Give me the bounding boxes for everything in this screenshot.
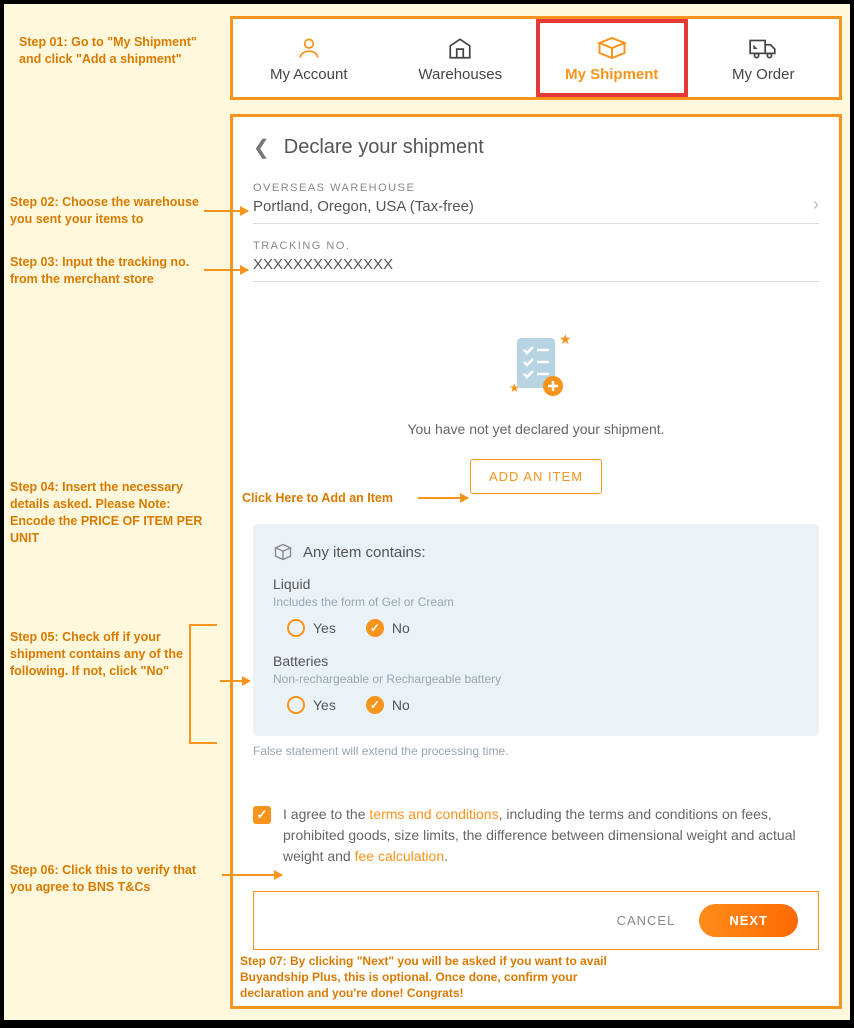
group-subtitle: Non-rechargeable or Rechargeable battery <box>273 672 799 686</box>
radio-label: Yes <box>313 697 336 713</box>
svg-text:★: ★ <box>509 381 520 395</box>
terms-link[interactable]: terms and conditions <box>369 806 498 822</box>
next-button[interactable]: NEXT <box>699 904 798 937</box>
contains-header: Any item contains: <box>273 542 799 562</box>
nav-label: Warehouses <box>418 66 502 83</box>
liquid-yes-radio[interactable]: Yes <box>287 619 336 637</box>
disclaimer-text: False statement will extend the processi… <box>253 744 819 758</box>
group-title: Batteries <box>273 653 799 669</box>
package-icon <box>597 34 627 62</box>
arrow-icon <box>204 210 248 212</box>
contains-title: Any item contains: <box>303 544 426 561</box>
arrow-icon <box>222 874 282 876</box>
arrow-icon <box>418 497 468 499</box>
action-bar: CANCEL NEXT <box>253 891 819 950</box>
bracket-icon <box>189 624 217 744</box>
truck-icon <box>748 34 778 62</box>
contains-liquid: Liquid Includes the form of Gel or Cream… <box>273 576 799 637</box>
nav-my-account[interactable]: My Account <box>233 19 385 97</box>
declare-shipment-panel: ❮ Declare your shipment OVERSEAS WAREHOU… <box>230 114 842 1009</box>
annotation-step4: Step 04: Insert the necessary details as… <box>10 479 210 547</box>
add-item-button[interactable]: ADD AN ITEM <box>470 459 602 494</box>
warehouse-field[interactable]: OVERSEAS WAREHOUSE Portland, Oregon, USA… <box>253 182 819 224</box>
batteries-no-radio[interactable]: No <box>366 696 410 714</box>
nav-my-order[interactable]: My Order <box>688 19 840 97</box>
box-icon <box>273 542 293 562</box>
arrow-icon <box>204 269 248 271</box>
field-value: XXXXXXXXXXXXXX <box>253 256 819 273</box>
radio-label: Yes <box>313 620 336 636</box>
agree-text: I agree to the terms and conditions, inc… <box>283 804 819 867</box>
radio-checked-icon <box>366 696 384 714</box>
field-label: TRACKING NO. <box>253 240 819 252</box>
annotation-step5: Step 05: Check off if your shipment cont… <box>10 629 195 680</box>
annotation-step2: Step 02: Choose the warehouse you sent y… <box>10 194 200 228</box>
text: I agree to the <box>283 806 369 822</box>
tutorial-canvas: My Account Warehouses My Shipment My Ord… <box>4 4 850 1020</box>
warehouse-icon <box>447 34 473 62</box>
nav-warehouses[interactable]: Warehouses <box>385 19 537 97</box>
field-label: OVERSEAS WAREHOUSE <box>253 182 819 194</box>
field-value: Portland, Oregon, USA (Tax-free) <box>253 198 819 215</box>
agree-terms-row: ✓ I agree to the terms and conditions, i… <box>253 804 819 867</box>
panel-header: ❮ Declare your shipment <box>253 135 819 160</box>
nav-label: My Account <box>270 66 348 83</box>
annotation-step1: Step 01: Go to "My Shipment" and click "… <box>19 34 219 68</box>
annotation-add-item: Click Here to Add an Item <box>242 490 442 507</box>
nav-label: My Order <box>732 66 795 83</box>
radio-label: No <box>392 697 410 713</box>
text: . <box>444 848 448 864</box>
checklist-icon: ★ ★ <box>499 330 574 405</box>
cancel-button[interactable]: CANCEL <box>617 913 676 928</box>
agree-checkbox[interactable]: ✓ <box>253 806 271 824</box>
contains-batteries: Batteries Non-rechargeable or Rechargeab… <box>273 653 799 714</box>
radio-checked-icon <box>366 619 384 637</box>
page-title: Declare your shipment <box>284 136 484 159</box>
back-icon[interactable]: ❮ <box>253 135 270 160</box>
nav-my-shipment[interactable]: My Shipment <box>536 19 688 97</box>
nav-label: My Shipment <box>565 66 658 83</box>
annotation-step7: Step 07: By clicking "Next" you will be … <box>240 953 630 1002</box>
radio-icon <box>287 619 305 637</box>
empty-text: You have not yet declared your shipment. <box>253 421 819 437</box>
tracking-field[interactable]: TRACKING NO. XXXXXXXXXXXXXX <box>253 240 819 282</box>
svg-text:★: ★ <box>559 331 572 347</box>
empty-state: ★ ★ You have not yet declared your shipm… <box>253 330 819 494</box>
chevron-right-icon: › <box>813 194 819 215</box>
radio-icon <box>287 696 305 714</box>
liquid-no-radio[interactable]: No <box>366 619 410 637</box>
item-contains-panel: Any item contains: Liquid Includes the f… <box>253 524 819 736</box>
group-subtitle: Includes the form of Gel or Cream <box>273 595 799 609</box>
group-title: Liquid <box>273 576 799 592</box>
top-nav: My Account Warehouses My Shipment My Ord… <box>230 16 842 100</box>
fee-link[interactable]: fee calculation <box>355 848 445 864</box>
batteries-yes-radio[interactable]: Yes <box>287 696 336 714</box>
annotation-step3: Step 03: Input the tracking no. from the… <box>10 254 205 288</box>
annotation-step6: Step 06: Click this to verify that you a… <box>10 862 215 896</box>
radio-label: No <box>392 620 410 636</box>
user-icon <box>296 34 322 62</box>
arrow-icon <box>220 680 250 682</box>
